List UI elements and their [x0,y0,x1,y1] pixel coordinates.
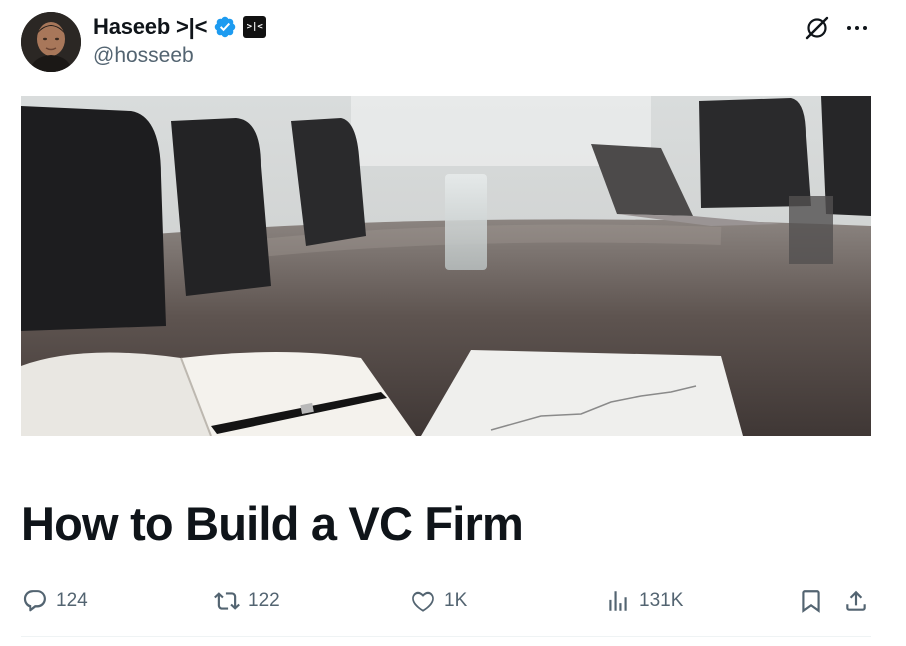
avatar[interactable] [21,12,81,72]
views-icon [609,591,627,611]
engagement-bar: 124 122 1K 131K [0,582,906,620]
views-count: 131K [639,590,684,611]
more-icon[interactable] [843,14,871,42]
like-button[interactable]: 1K [410,582,467,620]
repost-button[interactable]: 122 [214,582,280,620]
affiliate-badge[interactable]: >|< [243,16,267,38]
reply-button[interactable]: 124 [22,582,88,620]
bookmark-icon [802,590,820,613]
tweet-header: Haseeb >|< >|< @hosseeb [0,0,906,90]
reply-count: 124 [56,590,88,611]
article-cover-image[interactable] [21,96,871,436]
grok-icon[interactable] [803,14,831,42]
handle[interactable]: @hosseeb [93,44,194,68]
verified-badge-icon [214,16,236,38]
reply-icon [23,590,46,612]
like-count: 1K [444,590,468,611]
share-icon [846,590,866,611]
divider [21,636,871,637]
display-name[interactable]: Haseeb >|< [93,14,207,40]
bookmark-button[interactable] [798,582,824,620]
share-button[interactable] [843,582,869,620]
name-row: Haseeb >|< >|< [93,13,267,41]
article-title[interactable]: How to Build a VC Firm [21,494,524,554]
heart-icon [412,591,434,612]
views-button[interactable]: 131K [605,582,683,620]
repost-count: 122 [248,590,280,611]
repost-icon [214,592,240,610]
